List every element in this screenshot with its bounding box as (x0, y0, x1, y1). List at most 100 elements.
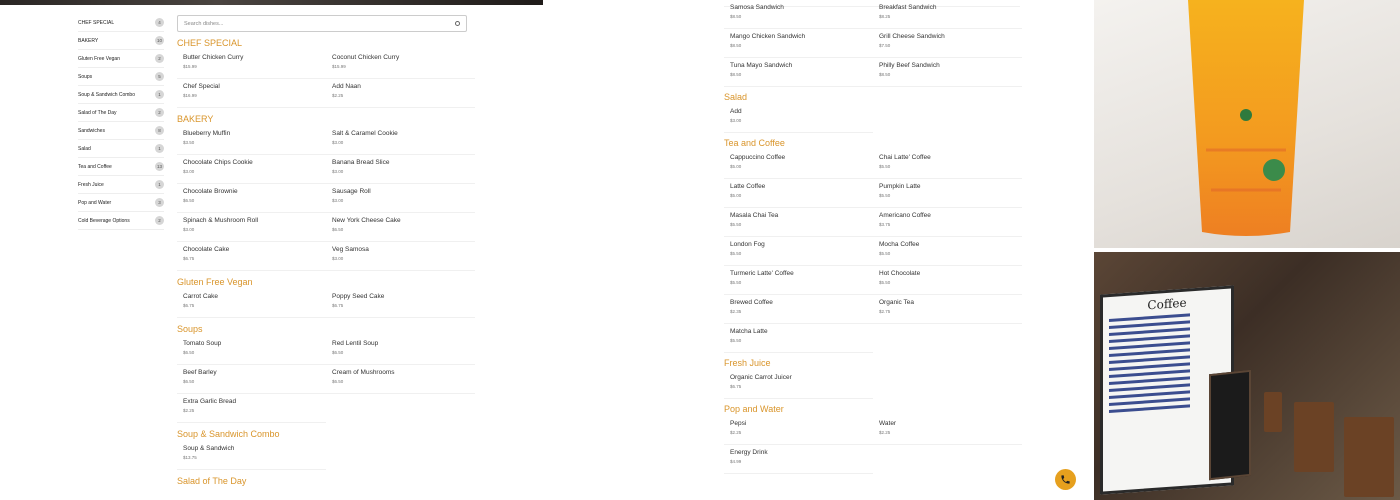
sidebar-item[interactable]: Salad of The Day 2 (78, 104, 164, 122)
sidebar-item[interactable]: Tea and Coffee 13 (78, 158, 164, 176)
dish-card[interactable]: Pepsi $2.25 (724, 416, 873, 445)
dish-card[interactable]: Samosa Sandwich $8.50 (724, 0, 873, 29)
category-title: Tea and Coffee (724, 138, 785, 148)
dish-card[interactable]: Americano Coffee $3.75 (873, 208, 1022, 237)
sidebar-item-count-badge: 5 (155, 72, 164, 81)
dish-name: Pumpkin Latte (879, 183, 921, 190)
dish-card[interactable]: Coconut Chicken Curry $15.99 (326, 50, 475, 79)
dish-name: Latte Coffee (730, 183, 766, 190)
dish-card[interactable]: Butter Chicken Curry $15.99 (177, 50, 326, 79)
dish-card[interactable]: Sausage Roll $3.00 (326, 184, 475, 213)
dish-name: Banana Bread Slice (332, 159, 390, 166)
dish-card[interactable]: Beef Barley $6.50 (177, 365, 326, 394)
category-title: Soup & Sandwich Combo (177, 429, 280, 439)
dish-card[interactable]: Philly Beef Sandwich $8.50 (873, 58, 1022, 87)
search-icon[interactable] (455, 21, 460, 26)
dish-card[interactable]: Pumpkin Latte $5.50 (873, 179, 1022, 208)
dish-card[interactable]: Red Lentil Soup $6.50 (326, 336, 475, 365)
dish-card[interactable]: Banana Bread Slice $3.00 (326, 155, 475, 184)
dish-card[interactable]: Poppy Seed Cake $6.75 (326, 289, 475, 318)
dish-price: $4.99 (730, 459, 742, 464)
dish-price: $5.00 (730, 193, 742, 198)
dish-card[interactable]: Soup & Sandwich $13.75 (177, 441, 326, 470)
sidebar-item[interactable]: Gluten Free Vegan 2 (78, 50, 164, 68)
dish-grid: Tomato Soup $6.50 Red Lentil Soup $6.50 Beef… (177, 336, 475, 423)
dish-card[interactable]: Tomato Soup $6.50 (177, 336, 326, 365)
dish-price: $6.75 (730, 384, 742, 389)
dish-card[interactable]: Turmeric Latte' Coffee $5.50 (724, 266, 873, 295)
sidebar-item[interactable]: Soups 5 (78, 68, 164, 86)
dish-card[interactable]: Mocha Coffee $5.50 (873, 237, 1022, 266)
dish-name: Pepsi (730, 420, 747, 427)
dish-card[interactable]: Matcha Latte $5.50 (724, 324, 873, 353)
dish-card[interactable]: Carrot Cake $6.75 (177, 289, 326, 318)
dish-card[interactable]: London Fog $5.50 (724, 237, 873, 266)
sidebar-item[interactable]: Pop and Water 3 (78, 194, 164, 212)
dish-price: $8.50 (730, 43, 742, 48)
sidebar-item-count-badge: 3 (155, 198, 164, 207)
dish-card[interactable]: Extra Garlic Bread $2.25 (177, 394, 326, 423)
sidebar-item-label: Gluten Free Vegan (78, 55, 120, 62)
dish-card[interactable]: Tuna Mayo Sandwich $8.50 (724, 58, 873, 87)
dish-card[interactable]: Latte Coffee $5.00 (724, 179, 873, 208)
dish-card[interactable]: Salt & Caramel Cookie $3.00 (326, 126, 475, 155)
dish-price: $6.75 (183, 303, 195, 308)
dish-card[interactable]: Chocolate Chips Cookie $3.00 (177, 155, 326, 184)
dish-name: Masala Chai Tea (730, 212, 779, 219)
search-input[interactable]: Search dishes... (184, 21, 223, 27)
dish-card[interactable]: Organic Carrot Juicer $6.75 (724, 370, 873, 399)
call-button[interactable] (1055, 469, 1076, 490)
dish-card[interactable]: Blueberry Muffin $3.50 (177, 126, 326, 155)
dish-card[interactable]: Chef Special $16.99 (177, 79, 326, 108)
sidebar-item-count-badge: 1 (155, 180, 164, 189)
dish-price: $6.50 (332, 379, 344, 384)
dish-name: Spinach & Mushroom Roll (183, 217, 259, 224)
dish-name: Veg Samosa (332, 246, 369, 253)
dish-card[interactable]: Energy Drink $4.99 (724, 445, 873, 474)
dish-card[interactable]: Masala Chai Tea $5.50 (724, 208, 873, 237)
dish-name: Brewed Coffee (730, 299, 773, 306)
sidebar-item[interactable]: CHEF SPECIAL 4 (78, 14, 164, 32)
dish-price: $6.50 (183, 379, 195, 384)
dish-card[interactable]: Add Naan $2.25 (326, 79, 475, 108)
search-box[interactable]: Search dishes... (177, 15, 467, 32)
sidebar-item[interactable]: Cold Beverage Options 2 (78, 212, 164, 230)
dish-card[interactable]: New York Cheese Cake $6.50 (326, 213, 475, 242)
sidebar-item-count-badge: 10 (155, 36, 164, 45)
dish-card[interactable]: Cappuccino Coffee $5.00 (724, 150, 873, 179)
dish-card[interactable]: Organic Tea $2.75 (873, 295, 1022, 324)
sidebar-item[interactable]: Salad 1 (78, 140, 164, 158)
phone-icon (1061, 475, 1070, 484)
dish-name: Red Lentil Soup (332, 340, 379, 347)
dish-price: $2.25 (730, 430, 742, 435)
sidebar-item[interactable]: Soup & Sandwich Combo 1 (78, 86, 164, 104)
dish-name: Poppy Seed Cake (332, 293, 385, 300)
dish-card[interactable]: Add $3.00 (724, 104, 873, 133)
dish-card[interactable]: Spinach & Mushroom Roll $3.00 (177, 213, 326, 242)
sidebar-item[interactable]: Sandwiches 8 (78, 122, 164, 140)
dish-card[interactable]: Chai Latte' Coffee $5.50 (873, 150, 1022, 179)
dish-card[interactable]: Chocolate Brownie $6.50 (177, 184, 326, 213)
dish-price: $5.50 (879, 164, 891, 169)
dish-price: $3.00 (730, 118, 742, 123)
sidebar-item[interactable]: BAKERY 10 (78, 32, 164, 50)
sidebar-item-label: Salad of The Day (78, 109, 117, 116)
dish-card[interactable]: Breakfast Sandwich $8.25 (873, 0, 1022, 29)
dish-card[interactable]: Grill Cheese Sandwich $7.50 (873, 29, 1022, 58)
dish-price: $6.75 (183, 256, 195, 261)
dish-card[interactable]: Brewed Coffee $2.35 (724, 295, 873, 324)
dish-card[interactable]: Veg Samosa $3.00 (326, 242, 475, 271)
dish-card[interactable]: Hot Chocolate $5.50 (873, 266, 1022, 295)
dish-price: $6.50 (183, 350, 195, 355)
dish-name: London Fog (730, 241, 765, 248)
dish-name: Philly Beef Sandwich (879, 62, 940, 69)
dish-card[interactable]: Water $2.25 (873, 416, 1022, 445)
dish-card[interactable]: Chocolate Cake $6.75 (177, 242, 326, 271)
dish-card[interactable]: Mango Chicken Sandwich $8.50 (724, 29, 873, 58)
dish-card[interactable]: Cream of Mushrooms $6.50 (326, 365, 475, 394)
dish-name: Mocha Coffee (879, 241, 920, 248)
dish-price: $3.00 (332, 140, 344, 145)
sidebar-item-count-badge: 13 (155, 162, 164, 171)
dish-grid: Carrot Cake $6.75 Poppy Seed Cake $6.75 (177, 289, 475, 318)
sidebar-item[interactable]: Fresh Juice 1 (78, 176, 164, 194)
